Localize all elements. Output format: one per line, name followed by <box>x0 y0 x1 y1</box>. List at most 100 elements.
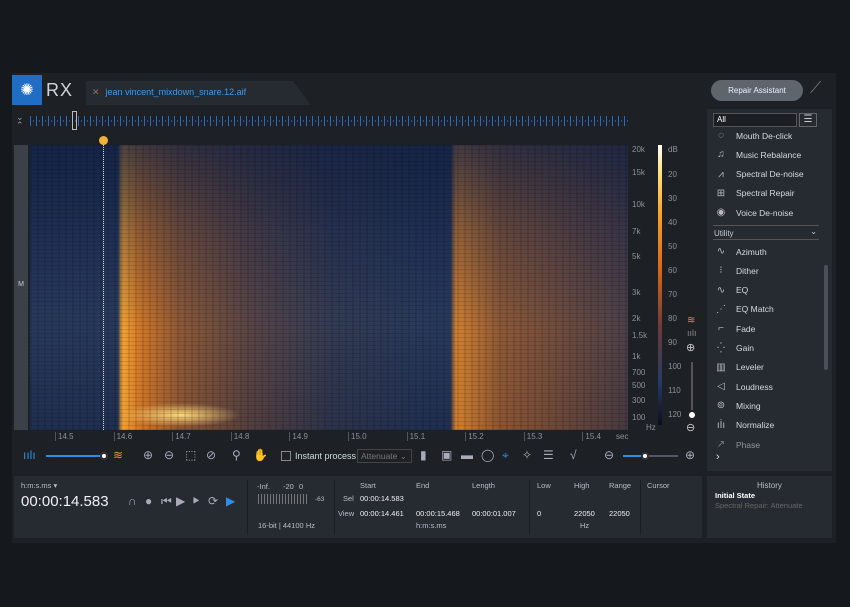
instant-process-label: Instant process <box>295 451 357 461</box>
waveform-mode-icon[interactable]: ıılı <box>687 328 697 338</box>
low-header: Low <box>537 481 551 490</box>
dither-icon: ⁝ <box>719 265 723 277</box>
time-frequency-select-icon[interactable]: ▣ <box>441 448 452 462</box>
utility-group-header[interactable]: Utility ⌄ <box>713 225 819 240</box>
play-icon[interactable]: ▶ <box>176 494 185 508</box>
history-item[interactable]: Spectral Repair: Attenuate <box>715 501 803 510</box>
db-tick-label: dB <box>668 145 678 154</box>
close-tab-icon[interactable]: ✕ <box>92 87 100 97</box>
expand-panel-icon[interactable]: › <box>716 451 720 463</box>
zoom-out-icon[interactable]: ⊖ <box>164 448 174 462</box>
overview-view-window[interactable] <box>72 111 77 130</box>
module-filter-dropdown[interactable]: All <box>713 113 797 127</box>
module-item-leveler[interactable]: ▥ Leveler <box>714 362 764 373</box>
module-item-mixing[interactable]: ⊚ Mixing <box>714 400 761 411</box>
zoom-in-icon[interactable]: ⊕ <box>143 448 153 462</box>
zoom-fit-icon[interactable]: ⊘ <box>206 448 216 462</box>
range-field[interactable]: 22050 <box>609 509 630 518</box>
module-item-mouth-de-click[interactable]: ◌ Mouth De-click <box>714 130 792 141</box>
db-tick-label: 50 <box>668 242 677 251</box>
playhead-marker[interactable] <box>99 136 108 145</box>
time-tick-label: 14.8 <box>230 432 249 441</box>
module-item-eq[interactable]: ∿ EQ <box>714 285 748 296</box>
frequency-tick-label: 20k <box>632 145 645 154</box>
follow-playhead-icon[interactable]: ▶ <box>226 494 235 508</box>
brush-icon[interactable]: ⌖ <box>502 448 509 463</box>
module-list-scrollbar[interactable] <box>824 265 828 370</box>
opacity-slider-knob[interactable] <box>100 452 108 460</box>
module-item-eq-match[interactable]: ⋰ EQ Match <box>714 304 774 315</box>
channel-label: M <box>18 281 24 288</box>
module-item-azimuth[interactable]: ∿ Azimuth <box>714 246 767 257</box>
module-item-voice-de-noise[interactable]: ◉ Voice De-noise <box>714 207 794 218</box>
lasso-icon[interactable]: ◯ <box>481 448 494 462</box>
zoom-out-vertical-icon[interactable]: ⊖ <box>686 421 695 434</box>
module-item-spectral-repair[interactable]: ⊞ Spectral Repair <box>714 188 795 199</box>
h-zoom-out-icon[interactable]: ⊖ <box>604 448 614 462</box>
history-item[interactable]: Initial State <box>715 491 755 500</box>
module-item-label: Dither <box>736 265 759 276</box>
module-menu-button[interactable]: ☰ <box>799 113 817 127</box>
loop-icon[interactable]: ⟳ <box>208 494 218 508</box>
cursor-header: Cursor <box>647 481 670 490</box>
skip-back-icon[interactable]: ⏮ <box>161 494 172 509</box>
waveform-overview-detail <box>30 116 628 126</box>
module-item-gain[interactable]: ⁛ Gain <box>714 343 754 354</box>
zoom-tool-icon[interactable]: ⚲ <box>232 448 241 462</box>
horizontal-zoom-knob[interactable] <box>641 452 649 460</box>
frequency-select-icon[interactable]: ▬ <box>461 448 473 462</box>
history-title: History <box>757 481 782 490</box>
zoom-selection-icon[interactable]: ⬚ <box>185 448 196 462</box>
module-filter-value: All <box>717 115 726 124</box>
module-item-loudness[interactable]: ◁ Loudness <box>714 381 773 392</box>
module-item-normalize[interactable]: ıİı Normalize <box>714 420 774 431</box>
spectrogram-view-icon[interactable]: ≋ <box>113 448 123 462</box>
spectrogram[interactable] <box>30 145 628 430</box>
opacity-slider[interactable] <box>46 452 108 460</box>
view-label: View <box>338 509 355 518</box>
vertical-zoom-knob[interactable] <box>687 410 697 420</box>
horizontal-zoom-slider[interactable] <box>623 452 678 460</box>
file-tab[interactable]: ✕ jean vincent_mixdown_snare.12.aif <box>86 81 311 105</box>
module-item-dither[interactable]: ⁝ Dither <box>714 265 759 277</box>
db-tick-label: 120 <box>668 410 682 419</box>
spectrogram-mode-icon[interactable]: ≋ <box>687 315 695 326</box>
headphones-icon[interactable]: ∩ <box>128 494 137 508</box>
view-start-field[interactable]: 00:00:14.461 <box>360 509 404 518</box>
module-item-label: Music Rebalance <box>736 149 802 160</box>
vertical-zoom-slider[interactable] <box>691 362 693 412</box>
record-icon[interactable]: ● <box>145 494 152 508</box>
high-field[interactable]: 22050 <box>574 509 595 518</box>
frequency-tick-label: 15k <box>632 168 645 177</box>
process-mode-dropdown[interactable]: Attenuate ⌄ <box>357 449 412 463</box>
frequency-tick-label: 1k <box>632 352 641 361</box>
view-end-field[interactable]: 00:00:15.468 <box>416 509 460 518</box>
signal-logo-icon: ⟋ <box>810 80 822 97</box>
h-zoom-in-icon[interactable]: ⊕ <box>685 448 695 462</box>
module-item-fade[interactable]: ⌐ Fade <box>714 323 755 334</box>
time-select-icon[interactable]: ▮ <box>420 448 427 462</box>
hand-tool-icon[interactable]: ✋ <box>253 448 268 462</box>
zoom-in-vertical-icon[interactable]: ⊕ <box>686 341 695 354</box>
module-item-phase[interactable]: ↗ Phase <box>714 439 760 450</box>
spectral-denoise-icon: ⩘ <box>718 168 724 180</box>
low-field[interactable]: 0 <box>537 509 541 518</box>
sel-start-field[interactable]: 00:00:14.583 <box>360 494 404 503</box>
instant-process-checkbox[interactable] <box>281 451 291 461</box>
harmonic-select-icon[interactable]: ☰ <box>543 448 554 462</box>
waveform-view-icon[interactable]: ıılı <box>23 448 36 462</box>
module-item-spectral-de-noise[interactable]: ⩘ Spectral De-noise <box>714 168 803 180</box>
collapse-waveform-icon[interactable]: ⌄ ⌃ <box>16 113 24 130</box>
module-item-music-rebalance[interactable]: ♫ Music Rebalance <box>714 149 801 160</box>
repair-assistant-button[interactable]: Repair Assistant <box>711 80 803 101</box>
eq-icon: ∿ <box>716 284 726 296</box>
play-selection-icon[interactable]: ⯈ <box>191 494 201 509</box>
time-format-dropdown[interactable]: h:m:s.ms ▾ <box>21 481 57 490</box>
view-length-field[interactable]: 00:00:01.007 <box>472 509 516 518</box>
magic-wand-icon[interactable]: ✧ <box>522 448 532 462</box>
playhead[interactable] <box>103 140 104 430</box>
utility-group-label: Utility <box>714 229 734 238</box>
divider <box>334 480 335 535</box>
loudness-icon: ◁ <box>717 381 725 393</box>
find-similar-icon[interactable]: √ <box>570 448 577 462</box>
